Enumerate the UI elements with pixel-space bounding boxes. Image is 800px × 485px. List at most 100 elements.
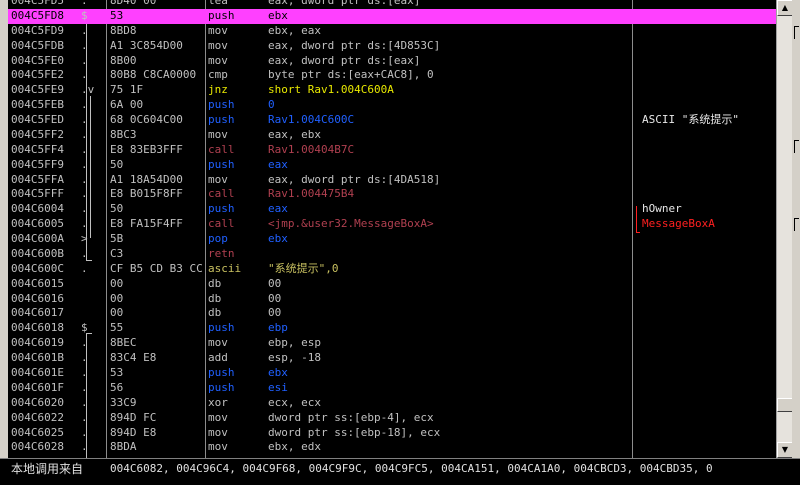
disasm-row[interactable]: 004C6020. 33C9 xor ecx, ecx (8, 396, 776, 411)
scroll-up-arrow-icon[interactable]: ▲ (777, 0, 793, 16)
row-mnemonic[interactable]: db (208, 277, 264, 292)
disasm-row[interactable]: 004C5FEB. 6A 00 push 0 (8, 98, 776, 113)
row-mnemonic[interactable]: cmp (208, 68, 264, 83)
disasm-row[interactable]: 004C5FF9. 50 push eax (8, 158, 776, 173)
row-operands[interactable]: eax, dword ptr ds:[4DA518] (268, 173, 630, 188)
row-mnemonic[interactable]: ascii (208, 262, 264, 277)
disasm-row[interactable]: 004C600B. C3 retn (8, 247, 776, 262)
row-address[interactable]: 004C5FE9 (11, 83, 77, 98)
row-address[interactable]: 004C601E (11, 366, 77, 381)
row-mnemonic[interactable]: mov (208, 440, 264, 455)
row-operands[interactable]: ebx, edx (268, 440, 630, 455)
disasm-row[interactable]: 004C6016 00 db 00 (8, 292, 776, 307)
row-address[interactable]: 004C6019 (11, 336, 77, 351)
disasm-row[interactable]: 004C601B. 83C4 E8 add esp, -18 (8, 351, 776, 366)
row-mnemonic[interactable]: mov (208, 54, 264, 69)
row-operands[interactable]: eax (268, 202, 630, 217)
row-address[interactable]: 004C600A (11, 232, 77, 247)
row-mnemonic[interactable]: push (208, 158, 264, 173)
row-address[interactable]: 004C6016 (11, 292, 77, 307)
disasm-row[interactable]: 004C5FE9 .v 75 1F jnz short Rav1.004C600A (8, 83, 776, 98)
row-mnemonic[interactable]: mov (208, 411, 264, 426)
row-address[interactable]: 004C6025 (11, 426, 77, 441)
row-hex-bytes[interactable]: CF B5 CD B3 CC (110, 262, 202, 277)
row-operands[interactable]: eax, dword ptr ds:[4D853C] (268, 39, 630, 54)
disasm-row[interactable]: 004C6022. 894D FC mov dword ptr ss:[ebp-4],… (8, 411, 776, 426)
disasm-row[interactable]: 004C601F. 56 push esi (8, 381, 776, 396)
row-mnemonic[interactable]: pop (208, 232, 264, 247)
row-address[interactable]: 004C5FFA (11, 173, 77, 188)
row-address[interactable]: 004C5FE0 (11, 54, 77, 69)
row-mnemonic[interactable]: push (208, 113, 264, 128)
row-operands[interactable]: ecx, ecx (268, 396, 630, 411)
row-operands[interactable]: "系统提示",0 (268, 262, 630, 277)
row-address[interactable]: 004C601F (11, 381, 77, 396)
row-mnemonic[interactable]: mov (208, 336, 264, 351)
row-hex-bytes[interactable]: 75 1F (110, 83, 202, 98)
disasm-row[interactable]: 004C5FE2. 80B8 C8CA0000 cmp byte ptr ds:[ea… (8, 68, 776, 83)
row-hex-bytes[interactable]: 8BDA (110, 440, 202, 455)
disasm-row[interactable]: 004C5FDB. A1 3C854D00 mov eax, dword ptr ds… (8, 39, 776, 54)
disasm-row[interactable]: 004C600A >5B pop ebx (8, 232, 776, 247)
disasm-row[interactable]: 004C600C. CF B5 CD B3 CC ascii "系统提示",0 (8, 262, 776, 277)
row-mnemonic[interactable]: lea (208, 0, 264, 9)
row-address[interactable]: 004C6005 (11, 217, 77, 232)
row-hex-bytes[interactable]: E8 B015F8FF (110, 187, 202, 202)
row-operands[interactable]: dword ptr ss:[ebp-18], ecx (268, 426, 630, 441)
disasm-row[interactable]: 004C601E. 53 push ebx (8, 366, 776, 381)
row-hex-bytes[interactable]: 8D40 00 (110, 0, 202, 9)
row-hex-bytes[interactable]: 6A 00 (110, 98, 202, 113)
row-address[interactable]: 004C6017 (11, 306, 77, 321)
row-operands[interactable]: 00 (268, 277, 630, 292)
row-hex-bytes[interactable]: 00 (110, 292, 202, 307)
row-hex-bytes[interactable]: 50 (110, 202, 202, 217)
row-operands[interactable]: esi (268, 381, 630, 396)
row-mnemonic[interactable]: push (208, 9, 264, 24)
row-operands[interactable]: esp, -18 (268, 351, 630, 366)
row-hex-bytes[interactable]: 80B8 C8CA0000 (110, 68, 202, 83)
row-address[interactable]: 004C5FDB (11, 39, 77, 54)
disasm-row[interactable]: 004C5FF2. 8BC3 mov eax, ebx (8, 128, 776, 143)
row-mnemonic[interactable]: mov (208, 128, 264, 143)
disasm-row[interactable]: 004C6028. 8BDA mov ebx, edx (8, 440, 776, 455)
row-operands[interactable]: eax, dword ptr ds:[eax] (268, 54, 630, 69)
row-hex-bytes[interactable]: 53 (110, 366, 202, 381)
row-address[interactable]: 004C6022 (11, 411, 77, 426)
disasm-row[interactable]: 004C6018 $55 push ebp (8, 321, 776, 336)
row-mnemonic[interactable]: push (208, 321, 264, 336)
row-operands[interactable]: eax, dword ptr ds:[eax] (268, 0, 630, 9)
disasm-row[interactable]: 004C5FF4. E8 83EB3FFF call Rav1.00404B7C (8, 143, 776, 158)
row-hex-bytes[interactable]: A1 18A54D00 (110, 173, 202, 188)
row-address[interactable]: 004C6015 (11, 277, 77, 292)
row-address[interactable]: 004C6018 (11, 321, 77, 336)
row-mnemonic[interactable]: push (208, 366, 264, 381)
row-operands[interactable]: dword ptr ss:[ebp-4], ecx (268, 411, 630, 426)
row-address[interactable]: 004C5FD8 (11, 9, 77, 24)
row-address[interactable]: 004C5FEB (11, 98, 77, 113)
row-address[interactable]: 004C6028 (11, 440, 77, 455)
row-hex-bytes[interactable]: 33C9 (110, 396, 202, 411)
row-mnemonic[interactable]: db (208, 292, 264, 307)
row-address[interactable]: 004C600B (11, 247, 77, 262)
row-mnemonic[interactable]: mov (208, 24, 264, 39)
row-mnemonic[interactable]: db (208, 306, 264, 321)
row-hex-bytes[interactable]: 68 0C604C00 (110, 113, 202, 128)
row-operands[interactable]: 00 (268, 292, 630, 307)
row-mnemonic[interactable]: mov (208, 426, 264, 441)
row-address[interactable]: 004C600C (11, 262, 77, 277)
row-hex-bytes[interactable]: 5B (110, 232, 202, 247)
disasm-row[interactable]: 004C5FFF. E8 B015F8FF call Rav1.004475B4 (8, 187, 776, 202)
row-address[interactable]: 004C5FFF (11, 187, 77, 202)
row-hex-bytes[interactable]: 8B00 (110, 54, 202, 69)
row-mnemonic[interactable]: mov (208, 39, 264, 54)
disasm-row[interactable]: 004C5FD9. 8BD8 mov ebx, eax (8, 24, 776, 39)
row-operands[interactable]: ebx, eax (268, 24, 630, 39)
disasm-row[interactable]: 004C6025. 894D E8 mov dword ptr ss:[ebp-18]… (8, 426, 776, 441)
row-hex-bytes[interactable]: C3 (110, 247, 202, 262)
row-operands[interactable]: eax (268, 158, 630, 173)
disasm-row[interactable]: 004C5FED. 68 0C604C00 push Rav1.004C600C ASC… (8, 113, 776, 128)
disasm-row[interactable]: 004C5FE0. 8B00 mov eax, dword ptr ds:[eax] (8, 54, 776, 69)
status-call-list[interactable]: 004C6082, 004C96C4, 004C9F68, 004C9F9C, … (110, 460, 713, 478)
row-operands[interactable]: Rav1.00404B7C (268, 143, 630, 158)
row-mnemonic[interactable]: mov (208, 173, 264, 188)
